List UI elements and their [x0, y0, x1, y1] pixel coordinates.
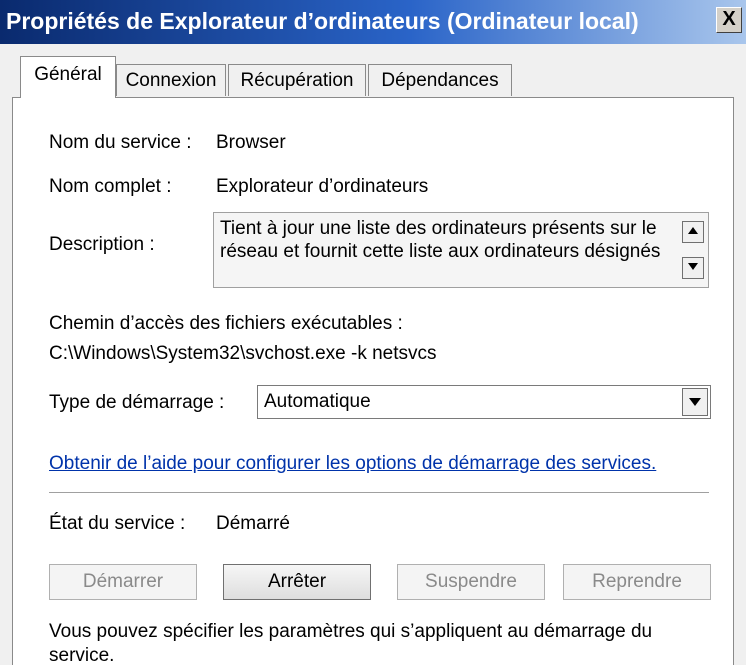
tab-connexion[interactable]: Connexion — [116, 64, 226, 96]
tab-recuperation[interactable]: Récupération — [228, 64, 366, 96]
startup-type-value: Automatique — [264, 391, 371, 412]
service-status-value: Démarré — [216, 513, 290, 534]
general-tab-panel: Nom du service : Browser Nom complet : E… — [12, 97, 734, 665]
path-value: C:\Windows\System32\svchost.exe -k netsv… — [49, 343, 437, 364]
properties-dialog: Propriétés de Explorateur d’ordinateurs … — [0, 0, 746, 665]
description-box[interactable]: Tient à jour une liste des ordinateurs p… — [213, 212, 709, 288]
startup-type-select[interactable]: Automatique — [257, 385, 711, 419]
service-status-label: État du service : — [49, 513, 186, 534]
arrow-down-icon — [688, 263, 698, 270]
resume-button[interactable]: Reprendre — [563, 564, 711, 600]
title-bar: Propriétés de Explorateur d’ordinateurs … — [0, 0, 746, 44]
display-name-value: Explorateur d’ordinateurs — [216, 176, 429, 197]
separator — [49, 492, 709, 494]
scroll-down-button[interactable] — [682, 257, 704, 279]
chevron-down-icon — [689, 398, 701, 406]
startup-type-label: Type de démarrage : — [49, 392, 225, 413]
window-title: Propriétés de Explorateur d’ordinateurs … — [6, 8, 639, 34]
display-name-label: Nom complet : — [49, 176, 172, 197]
scroll-up-button[interactable] — [682, 221, 704, 243]
tab-dependances[interactable]: Dépendances — [368, 64, 512, 96]
arrow-up-icon — [688, 227, 698, 234]
startup-help-link[interactable]: Obtenir de l’aide pour configurer les op… — [49, 453, 656, 475]
tab-strip: Général Connexion Récupération Dépendanc… — [0, 52, 746, 102]
tab-general[interactable]: Général — [20, 56, 116, 98]
service-name-label: Nom du service : — [49, 132, 192, 153]
startup-type-dropdown-button[interactable] — [682, 388, 708, 416]
description-label: Description : — [49, 234, 155, 255]
description-text: Tient à jour une liste des ordinateurs p… — [220, 218, 661, 262]
path-label: Chemin d’accès des fichiers exécutables … — [49, 313, 403, 334]
close-button[interactable]: X — [716, 7, 742, 33]
startup-parameters-text: Vous pouvez spécifier les paramètres qui… — [49, 621, 653, 665]
stop-button[interactable]: Arrêter — [223, 564, 371, 600]
start-button[interactable]: Démarrer — [49, 564, 197, 600]
service-name-value: Browser — [216, 132, 286, 153]
pause-button[interactable]: Suspendre — [397, 564, 545, 600]
